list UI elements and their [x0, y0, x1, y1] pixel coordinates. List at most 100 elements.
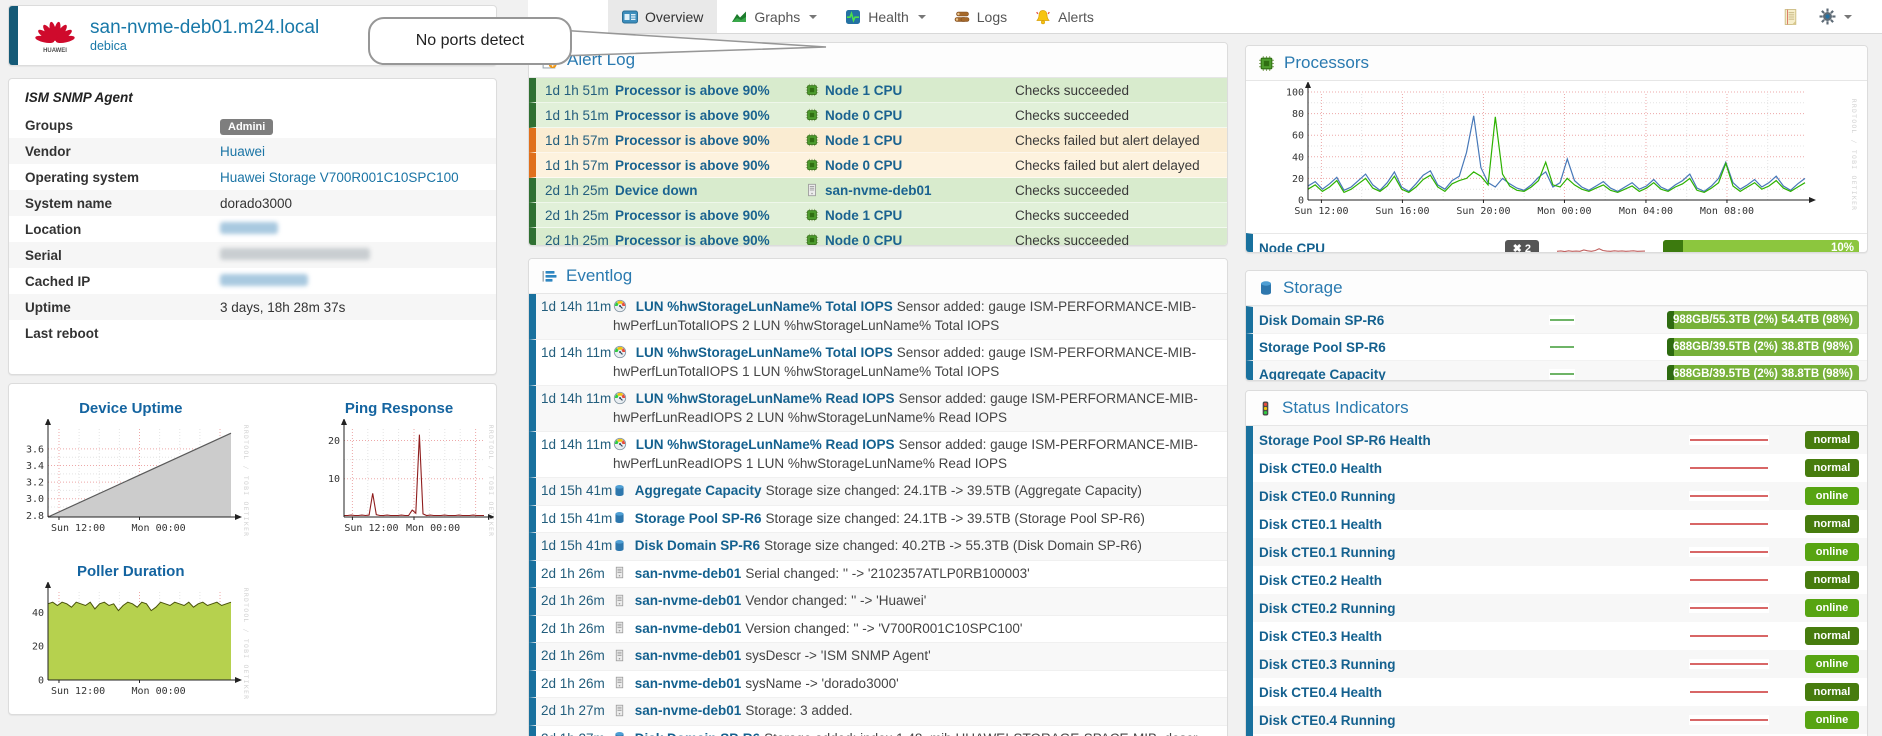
alert-entity[interactable]: san-nvme-deb01: [805, 183, 1015, 198]
group-badge[interactable]: Admini: [220, 119, 273, 135]
sensor-link[interactable]: Disk CTE0.0 Running: [1259, 489, 1689, 504]
sensor-sparkline[interactable]: [1689, 659, 1769, 669]
device-hostname[interactable]: san-nvme-deb01.m24.local: [90, 17, 319, 39]
sensor-link[interactable]: Disk CTE0.1 Health: [1259, 517, 1689, 532]
sensor-link[interactable]: Disk CTE0.2 Running: [1259, 601, 1689, 616]
sensor-sparkline[interactable]: [1689, 435, 1769, 445]
event-subject-link[interactable]: Disk Domain SP-R6: [635, 538, 760, 553]
event-subject-link[interactable]: LUN %hwStorageLunName% Read IOPS: [636, 437, 895, 452]
alert-entity[interactable]: Node 1 CPU: [805, 208, 1015, 223]
event-subject-link[interactable]: san-nvme-deb01: [635, 566, 742, 581]
eventlog-title[interactable]: Eventlog: [566, 266, 632, 286]
event-time: 1d 15h 41m: [541, 510, 613, 529]
svg-text:Mon 04:00: Mon 04:00: [1619, 206, 1673, 217]
storage-title[interactable]: Storage: [1283, 278, 1343, 298]
nav-tab[interactable]: Health: [831, 0, 939, 33]
processors-icon: [1258, 55, 1275, 72]
alert-entity[interactable]: Node 0 CPU: [805, 233, 1015, 247]
alert-entity-link[interactable]: Node 0 CPU: [825, 108, 902, 123]
sensor-link[interactable]: Disk CTE0.3 Running: [1259, 657, 1689, 672]
alert-entity[interactable]: Node 0 CPU: [805, 158, 1015, 173]
svg-text:Sun 12:00: Sun 12:00: [51, 523, 105, 534]
sensor-link[interactable]: Disk CTE0.4 Health: [1259, 685, 1689, 700]
settings-dropdown-caret[interactable]: [1844, 15, 1852, 19]
alert-entity-link[interactable]: Node 0 CPU: [825, 233, 902, 247]
event-subject-link[interactable]: san-nvme-deb01: [635, 593, 742, 608]
alert-entity-link[interactable]: san-nvme-deb01: [825, 183, 932, 198]
info-label: Operating system: [25, 170, 220, 185]
notes-icon[interactable]: [1782, 8, 1799, 26]
processors-title[interactable]: Processors: [1284, 53, 1369, 73]
alert-entity[interactable]: Node 1 CPU: [805, 133, 1015, 148]
status-indicators-card: Status Indicators Storage Pool SP-R6 Hea…: [1245, 390, 1868, 736]
sensor-link[interactable]: Storage Pool SP-R6 Health: [1259, 433, 1689, 448]
sensor-sparkline[interactable]: [1689, 547, 1769, 557]
device-uptime-title[interactable]: Device Uptime: [79, 400, 182, 417]
event-content: LUN %hwStorageLunName% Total IOPSSensor …: [613, 344, 1217, 381]
nav-tab[interactable]: Logs: [940, 0, 1021, 33]
event-subject-link[interactable]: Storage Pool SP-R6: [635, 511, 762, 526]
node-cpu-link[interactable]: Node CPU: [1259, 241, 1505, 254]
status-indicators-title[interactable]: Status Indicators: [1282, 398, 1409, 418]
event-subject-link[interactable]: LUN %hwStorageLunName% Read IOPS: [636, 391, 895, 406]
sensor-link[interactable]: Disk CTE0.0 Health: [1259, 461, 1689, 476]
ping-response-title[interactable]: Ping Response: [304, 400, 494, 417]
node-cpu-sparkline[interactable]: [1555, 239, 1647, 253]
sensor-sparkline[interactable]: [1689, 631, 1769, 641]
event-subject-link[interactable]: san-nvme-deb01: [635, 621, 742, 636]
storage-link[interactable]: Aggregate Capacity: [1259, 367, 1549, 382]
alert-entity[interactable]: Node 0 CPU: [805, 108, 1015, 123]
event-subject-link[interactable]: san-nvme-deb01: [635, 648, 742, 663]
sensor-link[interactable]: Disk CTE0.3 Health: [1259, 629, 1689, 644]
device-uptime-graph[interactable]: 2.83.03.23.43.6Sun 12:00Mon 00:00RRDTOOL…: [12, 419, 249, 548]
alert-rule-link[interactable]: Device down: [615, 183, 805, 198]
info-value-text[interactable]: Huawei: [220, 144, 265, 159]
tooltip-tail: [556, 22, 836, 64]
alert-rule-link[interactable]: Processor is above 90%: [615, 233, 805, 247]
device-location-link[interactable]: debica: [90, 39, 319, 54]
cpu-count-badge: ✖ 2: [1505, 240, 1539, 254]
alert-rule-link[interactable]: Processor is above 90%: [615, 83, 805, 98]
alert-log-row: 2d 1h 25m Device down san-nvme-deb01 Che…: [529, 178, 1227, 203]
sensor-link[interactable]: Disk CTE0.4 Running: [1259, 713, 1689, 728]
storage-sparkline[interactable]: [1549, 342, 1575, 352]
nav-tab[interactable]: Alerts: [1021, 0, 1108, 33]
storage-link[interactable]: Disk Domain SP-R6: [1259, 313, 1549, 328]
storage-link[interactable]: Storage Pool SP-R6: [1259, 340, 1549, 355]
alert-rule-link[interactable]: Processor is above 90%: [615, 133, 805, 148]
alert-rule-link[interactable]: Processor is above 90%: [615, 158, 805, 173]
sensor-link[interactable]: Disk CTE0.1 Running: [1259, 545, 1689, 560]
storage-sparkline[interactable]: [1549, 369, 1575, 379]
sensor-sparkline[interactable]: [1689, 687, 1769, 697]
alert-entity-link[interactable]: Node 1 CPU: [825, 208, 902, 223]
event-subject-link[interactable]: LUN %hwStorageLunName% Total IOPS: [636, 299, 893, 314]
alert-rule-link[interactable]: Processor is above 90%: [615, 208, 805, 223]
sensor-sparkline[interactable]: [1689, 463, 1769, 473]
alert-entity-link[interactable]: Node 1 CPU: [825, 83, 902, 98]
gear-icon[interactable]: [1819, 8, 1836, 25]
alert-entity[interactable]: Node 1 CPU: [805, 83, 1015, 98]
ping-response-graph[interactable]: 1020Sun 12:00Mon 00:00RRDTOOL / TOBI OET…: [314, 419, 494, 548]
sensor-sparkline[interactable]: [1689, 603, 1769, 613]
event-subject-link[interactable]: Disk Domain SP-R6: [635, 731, 760, 736]
sensor-sparkline[interactable]: [1689, 491, 1769, 501]
alert-entity-link[interactable]: Node 1 CPU: [825, 133, 902, 148]
nav-tab-label: Health: [868, 9, 908, 25]
svg-text:Mon 08:00: Mon 08:00: [1700, 206, 1754, 217]
sensor-link[interactable]: Disk CTE0.2 Health: [1259, 573, 1689, 588]
alert-rule-link[interactable]: Processor is above 90%: [615, 108, 805, 123]
event-subject-link[interactable]: Aggregate Capacity: [635, 483, 762, 498]
librenms-device-overview-page: Overview Graphs: [0, 0, 1882, 736]
processors-graph[interactable]: 020406080100Sun 12:00Sun 16:00Sun 20:00M…: [1252, 82, 1867, 233]
event-subject-link[interactable]: LUN %hwStorageLunName% Total IOPS: [636, 345, 893, 360]
poller-duration-graph[interactable]: 02040Sun 12:00Mon 00:00RRDTOOL / TOBI OE…: [12, 582, 249, 711]
sensor-sparkline[interactable]: [1689, 519, 1769, 529]
sensor-sparkline[interactable]: [1689, 715, 1769, 725]
info-value-text[interactable]: Huawei Storage V700R001C10SPC100: [220, 170, 459, 185]
event-subject-link[interactable]: san-nvme-deb01: [635, 676, 742, 691]
storage-sparkline[interactable]: [1549, 315, 1575, 325]
alert-entity-link[interactable]: Node 0 CPU: [825, 158, 902, 173]
poller-duration-title[interactable]: Poller Duration: [77, 563, 185, 580]
sensor-sparkline[interactable]: [1689, 575, 1769, 585]
event-subject-link[interactable]: san-nvme-deb01: [635, 703, 742, 718]
